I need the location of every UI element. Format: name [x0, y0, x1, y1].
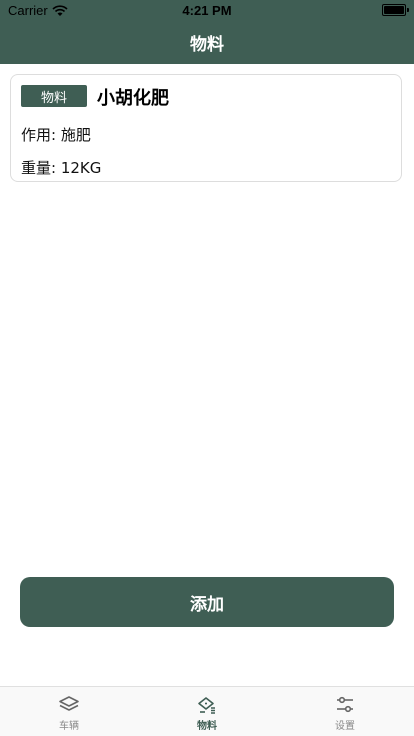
battery-icon	[382, 4, 409, 16]
material-icon	[198, 697, 215, 714]
page-title: 物料	[190, 34, 224, 55]
tab-materials[interactable]: 物料	[138, 687, 276, 736]
tab-settings-label: 设置	[335, 721, 355, 732]
material-usage: 作用: 施肥	[21, 126, 91, 144]
tab-bar: 车辆 物料 设置	[0, 686, 414, 736]
tab-settings[interactable]: 设置	[276, 687, 414, 736]
sliders-icon	[337, 696, 353, 713]
nav-bar: 物料	[0, 20, 414, 64]
tab-vehicles[interactable]: 车辆	[0, 687, 138, 736]
material-weight: 重量: 12KG	[21, 159, 102, 177]
material-name: 小胡化肥	[97, 88, 169, 109]
material-tag: 物料	[21, 85, 87, 107]
add-button[interactable]: 添加	[20, 577, 394, 627]
status-time: 4:21 PM	[182, 3, 232, 18]
tab-materials-label: 物料	[197, 721, 217, 732]
tab-vehicles-label: 车辆	[59, 721, 79, 732]
status-bar: Carrier 4:21 PM	[0, 0, 414, 20]
material-card[interactable]: 物料 小胡化肥 作用: 施肥 重量: 12KG	[10, 74, 402, 182]
layers-icon	[59, 696, 79, 711]
